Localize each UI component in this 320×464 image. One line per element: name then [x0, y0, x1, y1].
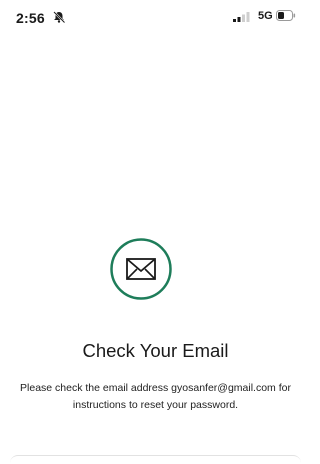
bell-off-icon: [53, 11, 66, 24]
status-bar: 2:56 5G: [0, 0, 311, 34]
page-title: Check Your Email: [82, 340, 229, 361]
network-type: 5G: [258, 10, 273, 22]
battery-icon: [276, 10, 296, 21]
signal-icon: [233, 12, 250, 22]
mail-icon: [110, 238, 172, 300]
instruction-text: Please check the email address gyosanfer…: [20, 382, 291, 411]
status-time: 2:56: [16, 10, 45, 26]
